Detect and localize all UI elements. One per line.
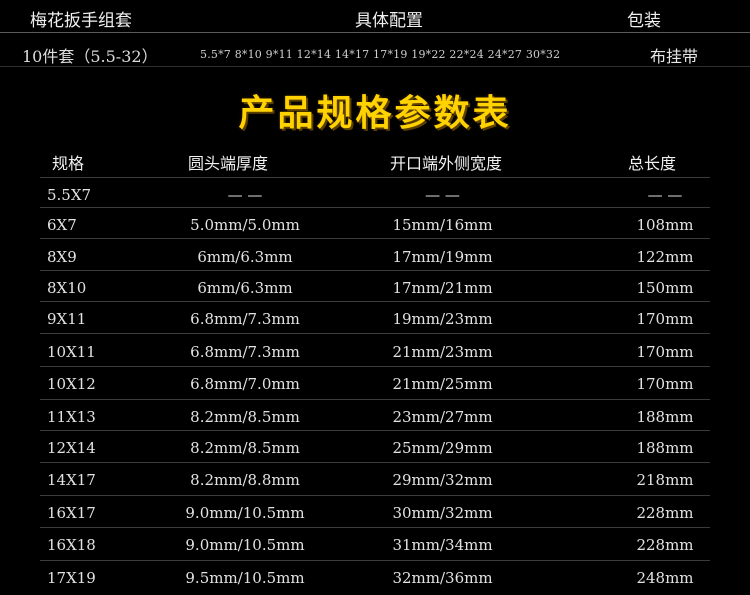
set-package: 布挂带 [650, 47, 699, 66]
cell-length: 188mm [636, 408, 694, 426]
cell-width: 17mm/21mm [392, 279, 493, 297]
row-divider [40, 238, 710, 239]
cell-length: 170mm [636, 343, 694, 361]
cell-spec: 14X17 [47, 471, 96, 489]
cell-thickness: 9.0mm/10.5mm [185, 536, 305, 554]
cell-spec: 5.5X7 [47, 186, 92, 204]
cell-spec: 11X13 [47, 408, 96, 426]
cell-spec: 8X9 [47, 248, 77, 266]
row-divider [40, 270, 710, 271]
cell-spec: 9X11 [47, 310, 87, 328]
cell-length: 108mm [636, 216, 694, 234]
table-row: 16X18 9.0mm/10.5mm 31mm/34mm 228mm [0, 533, 750, 557]
table-row: 10X11 6.8mm/7.3mm 21mm/23mm 170mm [0, 340, 750, 364]
cell-spec: 6X7 [47, 216, 77, 234]
row-divider [40, 527, 710, 528]
cell-spec: 8X10 [47, 279, 87, 297]
column-header-thickness: 圆头端厚度 [188, 154, 269, 173]
cell-width: 29mm/32mm [392, 471, 493, 489]
cell-thickness: 6.8mm/7.0mm [190, 375, 300, 393]
cell-spec: 16X17 [47, 504, 96, 522]
header-label-config: 具体配置 [355, 11, 423, 31]
cell-width: 21mm/23mm [392, 343, 493, 361]
table-row: 11X13 8.2mm/8.5mm 23mm/27mm 188mm [0, 405, 750, 429]
cell-width: 31mm/34mm [392, 536, 493, 554]
cell-width: 19mm/23mm [392, 310, 493, 328]
table-row: 5.5X7 — — — — — — [0, 183, 750, 207]
column-header-width: 开口端外侧宽度 [390, 154, 503, 173]
table-row: 17X19 9.5mm/10.5mm 32mm/36mm 248mm [0, 566, 750, 590]
table-row: 16X17 9.0mm/10.5mm 30mm/32mm 228mm [0, 501, 750, 525]
cell-width: — — [425, 186, 460, 204]
row-divider [40, 495, 710, 496]
cell-thickness: 9.5mm/10.5mm [185, 569, 305, 587]
cell-thickness: 8.2mm/8.5mm [190, 408, 300, 426]
cell-thickness: 8.2mm/8.8mm [190, 471, 300, 489]
cell-spec: 10X12 [47, 375, 96, 393]
cell-length: 228mm [636, 536, 694, 554]
cell-length: 248mm [636, 569, 694, 587]
cell-length: 170mm [636, 310, 694, 328]
row-divider [40, 366, 710, 367]
cell-width: 17mm/19mm [392, 248, 493, 266]
cell-width: 32mm/36mm [392, 569, 493, 587]
cell-width: 23mm/27mm [392, 408, 493, 426]
row-divider [40, 301, 710, 302]
cell-length: — — [647, 186, 683, 204]
cell-width: 15mm/16mm [392, 216, 493, 234]
cell-spec: 17X19 [47, 569, 96, 587]
cell-spec: 10X11 [47, 343, 96, 361]
cell-length: 188mm [636, 439, 694, 457]
cell-thickness: 6.8mm/7.3mm [190, 310, 300, 328]
cell-thickness: 8.2mm/8.5mm [190, 439, 300, 457]
header-label-package: 包装 [627, 11, 661, 31]
header-divider [0, 32, 750, 33]
table-row: 8X10 6mm/6.3mm 17mm/21mm 150mm [0, 276, 750, 300]
header-label-set: 梅花扳手组套 [30, 11, 132, 31]
row-divider [40, 560, 710, 561]
cell-thickness: 6mm/6.3mm [197, 279, 293, 297]
cell-thickness: 5.0mm/5.0mm [190, 216, 300, 234]
header-row-divider [40, 177, 710, 178]
cell-thickness: 6.8mm/7.3mm [190, 343, 300, 361]
cell-length: 150mm [636, 279, 694, 297]
cell-width: 25mm/29mm [392, 439, 493, 457]
cell-spec: 12X14 [47, 439, 96, 457]
cell-length: 122mm [636, 248, 694, 266]
table-row: 8X9 6mm/6.3mm 17mm/19mm 122mm [0, 245, 750, 269]
cell-width: 30mm/32mm [392, 504, 493, 522]
cell-thickness: 9.0mm/10.5mm [185, 504, 305, 522]
cell-width: 21mm/25mm [392, 375, 493, 393]
cell-length: 170mm [636, 375, 694, 393]
row-divider [40, 399, 710, 400]
table-row: 6X7 5.0mm/5.0mm 15mm/16mm 108mm [0, 213, 750, 237]
cell-thickness: — — [227, 186, 263, 204]
table-row: 10X12 6.8mm/7.0mm 21mm/25mm 170mm [0, 372, 750, 396]
set-name: 10件套（5.5-32） [22, 47, 158, 66]
column-header-length: 总长度 [628, 154, 677, 173]
set-sizes: 5.5*7 8*10 9*11 12*14 14*17 17*19 19*22 … [200, 48, 561, 61]
header-divider-bottom [0, 66, 750, 67]
column-header-spec: 规格 [52, 154, 85, 173]
row-divider [40, 462, 710, 463]
row-divider [40, 207, 710, 208]
cell-length: 218mm [636, 471, 694, 489]
row-divider [40, 430, 710, 431]
cell-length: 228mm [636, 504, 694, 522]
cell-thickness: 6mm/6.3mm [197, 248, 293, 266]
table-row: 14X17 8.2mm/8.8mm 29mm/32mm 218mm [0, 468, 750, 492]
row-divider [40, 333, 710, 334]
cell-spec: 16X18 [47, 536, 96, 554]
page-title: 产品规格参数表 [238, 93, 512, 134]
table-row: 12X14 8.2mm/8.5mm 25mm/29mm 188mm [0, 436, 750, 460]
table-row: 9X11 6.8mm/7.3mm 19mm/23mm 170mm [0, 307, 750, 331]
